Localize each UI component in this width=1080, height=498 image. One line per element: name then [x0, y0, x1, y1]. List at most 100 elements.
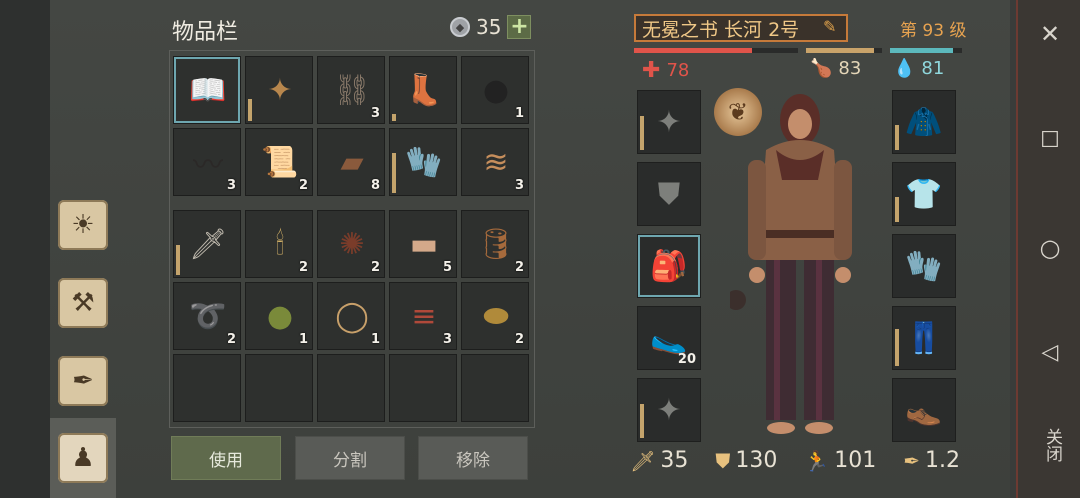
- left-equip-slot[interactable]: 🥿 20: [637, 306, 701, 370]
- right-equip-slot[interactable]: 🧥: [892, 90, 956, 154]
- item-quantity: 2: [514, 332, 524, 347]
- nav-crafting[interactable]: ⚒: [50, 270, 116, 336]
- item-icon: ➰: [189, 298, 227, 334]
- durability-bar: [392, 114, 396, 121]
- character-name[interactable]: 无冕之书 长河 2号: [634, 14, 848, 42]
- inventory-slot[interactable]: ➰ 2: [173, 282, 241, 350]
- recent-apps-icon[interactable]: ☐: [1018, 128, 1080, 153]
- equip-icon: ⛊: [657, 176, 681, 212]
- inventory-slot[interactable]: 📜 2: [245, 128, 313, 196]
- water-stat: 💧 81: [893, 58, 944, 79]
- scroll-icon: ✒: [58, 356, 108, 406]
- inventory-slot[interactable]: 👢: [389, 56, 457, 124]
- inventory-slot[interactable]: ✦: [245, 56, 313, 124]
- water-value: 81: [921, 58, 945, 79]
- equip-icon: 🥿: [650, 320, 688, 356]
- inventory-slot[interactable]: 🧤: [389, 128, 457, 196]
- home-icon[interactable]: ○: [1018, 234, 1080, 262]
- item-quantity: 5: [442, 260, 452, 275]
- inventory-slot[interactable]: 🛢 2: [461, 210, 529, 278]
- food-icon: 🍗: [810, 58, 833, 79]
- inventory-slot[interactable]: 🗡: [173, 210, 241, 278]
- durability-bar: [248, 98, 252, 121]
- weight-stat: ✒ 1.2: [903, 448, 960, 473]
- health-stat: ✚ 78: [642, 58, 689, 83]
- water-drop-icon: 💧: [893, 58, 916, 79]
- character-stats: 🗡 35 ⛊ 130 🏃 101 ✒ 1.2: [630, 448, 960, 473]
- inventory-slot[interactable]: [389, 354, 457, 422]
- nav-inventory[interactable]: ♟: [50, 418, 116, 498]
- item-icon: ●: [266, 298, 294, 334]
- equip-icon: 🧤: [905, 248, 943, 284]
- inventory-slot[interactable]: ≡ 3: [389, 282, 457, 350]
- inventory-slot[interactable]: 🕯 2: [245, 210, 313, 278]
- left-equip-slot[interactable]: ⛊: [637, 162, 701, 226]
- coin-icon: ◆: [450, 17, 470, 37]
- feather-icon: ✒: [903, 448, 920, 473]
- inventory-slot[interactable]: [245, 354, 313, 422]
- durability-bar: [895, 197, 899, 222]
- right-equip-slot[interactable]: 🧤: [892, 234, 956, 298]
- item-icon: 📜: [261, 144, 299, 180]
- add-coins-button[interactable]: +: [507, 15, 532, 39]
- nav-recipes[interactable]: ✒: [50, 348, 116, 414]
- item-quantity: 2: [370, 260, 380, 275]
- inventory-slot[interactable]: [317, 354, 385, 422]
- back-icon[interactable]: ◁: [1018, 340, 1080, 365]
- close-button[interactable]: 关闭: [1040, 428, 1065, 462]
- right-equip-slot[interactable]: 👖: [892, 306, 956, 370]
- inventory-slot[interactable]: ⬬ 2: [461, 282, 529, 350]
- inventory-grid: 📖 ✦ ⛓ 3 👢 ● 1 〰 3 📜 2 ▰ 8 🧤 ≋ 3 🗡 🕯 2 ✺ 2 ▬ 5 🛢 2 ➰ 2 ● 1 ◯ 1 ≡ 3 ⬬ 2: [169, 50, 535, 428]
- close-icon[interactable]: ✕: [1018, 20, 1080, 48]
- item-icon: ⛓: [332, 72, 372, 108]
- item-quantity: 2: [298, 178, 308, 193]
- item-icon: 🕯: [275, 226, 285, 262]
- sword-icon: 🗡: [630, 448, 656, 473]
- health-value: 78: [666, 60, 690, 81]
- item-quantity: 3: [370, 106, 380, 121]
- nav-journal[interactable]: ☀: [50, 192, 116, 258]
- running-icon: 🏃: [804, 448, 830, 473]
- food-bar: [806, 48, 882, 53]
- item-icon: 📖: [189, 72, 227, 108]
- inventory-slot[interactable]: ▰ 8: [317, 128, 385, 196]
- inventory-slot[interactable]: 〰 3: [173, 128, 241, 196]
- character-icon: ♟: [58, 433, 108, 483]
- durability-bar: [176, 245, 180, 275]
- armor-stat: ⛊ 130: [715, 448, 778, 473]
- inventory-slot[interactable]: ● 1: [461, 56, 529, 124]
- food-stat: 🍗 83: [810, 58, 861, 79]
- inventory-slot[interactable]: ◯ 1: [317, 282, 385, 350]
- left-equip-slot[interactable]: ✦: [637, 90, 701, 154]
- right-equip-slot[interactable]: 👕: [892, 162, 956, 226]
- inventory-slot[interactable]: 📖: [173, 56, 241, 124]
- sun-book-icon: ☀: [58, 200, 108, 250]
- item-quantity: 3: [442, 332, 452, 347]
- attack-stat: 🗡 35: [630, 448, 689, 473]
- inventory-title: 物品栏: [172, 20, 239, 45]
- right-equip-slot[interactable]: 👞: [892, 378, 956, 442]
- left-equip-slot[interactable]: 🎒: [637, 234, 701, 298]
- split-button[interactable]: 分割: [295, 436, 405, 480]
- inventory-slot[interactable]: ✺ 2: [317, 210, 385, 278]
- left-equip-slot[interactable]: ✦: [637, 378, 701, 442]
- item-icon: ✺: [339, 226, 365, 262]
- item-quantity: 2: [514, 260, 524, 275]
- inventory-slot[interactable]: ▬ 5: [389, 210, 457, 278]
- inventory-slot[interactable]: [173, 354, 241, 422]
- left-rail: [0, 0, 50, 498]
- equip-icon: 🎒: [650, 248, 688, 284]
- item-quantity: 3: [514, 178, 524, 193]
- inventory-slot[interactable]: [461, 354, 529, 422]
- coin-amount: 35: [476, 15, 502, 39]
- use-button[interactable]: 使用: [171, 436, 281, 480]
- remove-button[interactable]: 移除: [418, 436, 528, 480]
- edit-name-icon[interactable]: ✎: [823, 17, 836, 36]
- inventory-slot[interactable]: ⛓ 3: [317, 56, 385, 124]
- character-level: 第 93 级: [900, 21, 967, 41]
- item-quantity: 8: [370, 178, 380, 193]
- item-icon: 〰: [193, 148, 223, 183]
- inventory-slot[interactable]: ≋ 3: [461, 128, 529, 196]
- inventory-slot[interactable]: ● 1: [245, 282, 313, 350]
- item-icon: ≋: [483, 144, 509, 180]
